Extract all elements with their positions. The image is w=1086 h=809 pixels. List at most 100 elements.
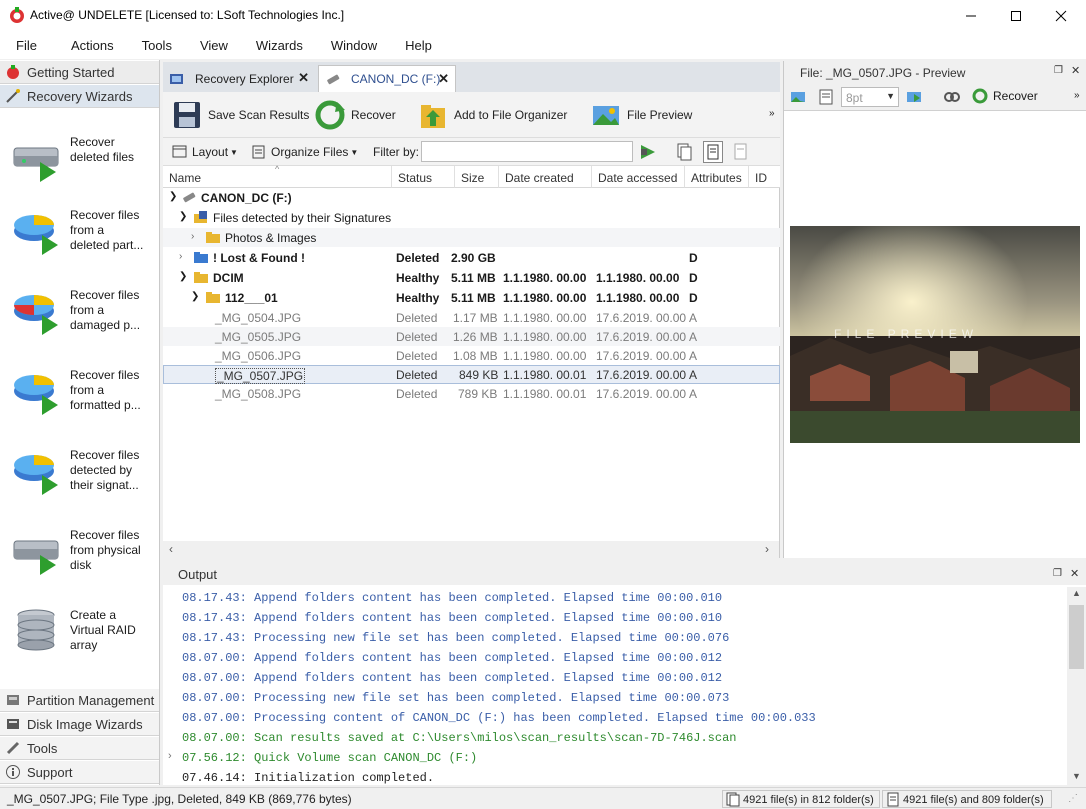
save-label: Save Scan Results <box>208 108 310 122</box>
close-tab-icon[interactable]: ✕ <box>438 71 449 87</box>
scroll-up-icon[interactable]: ▲ <box>1072 588 1081 598</box>
wizard-recover-deleted-files[interactable]: Recover deleted files <box>12 134 157 198</box>
recover-arrows-icon <box>315 100 345 130</box>
wizard-recover-physical-disk[interactable]: Recover files from physical disk <box>12 527 157 591</box>
expand-chevron-icon[interactable]: › <box>179 251 182 262</box>
column-header-id[interactable]: ID <box>749 166 780 188</box>
export-icon[interactable] <box>906 89 922 105</box>
close-panel-icon[interactable]: ✕ <box>1071 64 1080 77</box>
column-header-attributes[interactable]: Attributes <box>685 166 749 188</box>
menu-file[interactable]: File <box>0 38 55 53</box>
overflow-chevron-icon[interactable]: » <box>1074 90 1080 101</box>
copy-icon[interactable] <box>677 143 693 161</box>
table-row[interactable]: › Photos & Images <box>163 228 780 247</box>
wizard-recover-damaged-partition[interactable]: Recover files from a damaged p... <box>12 287 157 351</box>
menu-tools[interactable]: Tools <box>142 38 200 53</box>
scroll-right-icon[interactable]: › <box>765 542 769 556</box>
table-row[interactable]: _MG_0506.JPG Deleted 1.08 MB 1.1.1980. 0… <box>163 346 780 365</box>
recovery-wizards-header[interactable]: Recovery Wizards <box>0 85 159 108</box>
vertical-scrollbar[interactable]: ▲ ▼ <box>1067 587 1086 785</box>
row-name: _MG_0507.JPG <box>215 368 306 384</box>
wand-icon <box>6 89 20 103</box>
pie-disk-icon <box>14 215 58 255</box>
row-status: Deleted <box>396 387 438 401</box>
partition-management-header[interactable]: Partition Management <box>0 689 159 712</box>
find-icon[interactable] <box>943 89 961 105</box>
disk-image-wizards-header[interactable]: Disk Image Wizards <box>0 713 159 736</box>
column-header-status[interactable]: Status <box>392 166 455 188</box>
collapse-chevron-icon[interactable]: ❯ <box>191 291 199 302</box>
table-row[interactable]: ❯ CANON_DC (F:) <box>163 188 780 207</box>
minimize-button[interactable] <box>948 0 994 31</box>
image-view-icon[interactable] <box>790 89 806 105</box>
collapse-chevron-icon[interactable]: ❯ <box>179 211 187 222</box>
wizard-recover-signatures[interactable]: Recover files detected by their signat..… <box>12 447 157 511</box>
recover-button[interactable]: Recover <box>315 98 396 132</box>
column-header-size[interactable]: Size <box>455 166 499 188</box>
organize-files-dropdown[interactable]: Organize Files ▼ <box>251 143 358 161</box>
support-header[interactable]: Support <box>0 761 159 784</box>
filter-input[interactable] <box>421 141 633 162</box>
tab-recovery-explorer[interactable]: Recovery Explorer ✕ <box>163 65 315 92</box>
document-view-icon[interactable] <box>703 141 723 163</box>
close-panel-icon[interactable]: ✕ <box>1070 567 1079 580</box>
layout-dropdown[interactable]: Layout ▼ <box>172 143 238 161</box>
wizard-label: Recover files from physical disk <box>70 528 141 572</box>
document-icon[interactable] <box>733 143 749 161</box>
table-row[interactable]: _MG_0505.JPG Deleted 1.26 MB 1.1.1980. 0… <box>163 327 780 346</box>
close-tab-icon[interactable]: ✕ <box>298 70 309 86</box>
add-to-file-organizer-button[interactable]: Add to File Organizer <box>418 98 567 132</box>
row-name: _MG_0505.JPG <box>215 330 302 344</box>
collapse-chevron-icon[interactable]: ❯ <box>169 191 177 202</box>
table-row[interactable]: _MG_0504.JPG Deleted 1.17 MB 1.1.1980. 0… <box>163 308 780 327</box>
status-file-count-text: 4921 file(s) in 812 folder(s) <box>743 794 874 806</box>
column-header-date-accessed[interactable]: Date accessed <box>592 166 685 188</box>
row-status: Deleted <box>396 330 438 344</box>
menu-wizards[interactable]: Wizards <box>256 38 331 53</box>
log-line: 07.56.12: Quick Volume scan CANON_DC (F:… <box>182 751 478 765</box>
file-preview-button[interactable]: File Preview <box>591 98 692 132</box>
scroll-down-icon[interactable]: ▼ <box>1072 771 1081 781</box>
resize-grip-icon[interactable]: ⋰ <box>1068 793 1078 804</box>
table-row[interactable]: › ! Lost & Found ! Deleted 2.90 GB D <box>163 248 780 267</box>
tools-header[interactable]: Tools <box>0 737 159 760</box>
scroll-thumb[interactable] <box>1069 605 1084 669</box>
collapse-chevron-icon[interactable]: ❯ <box>179 271 187 282</box>
table-row-selected[interactable]: _MG_0507.JPG Deleted 849 KB 1.1.1980. 00… <box>163 365 780 384</box>
font-size-select[interactable]: 8pt ▼ <box>841 87 899 107</box>
menu-help[interactable]: Help <box>405 38 448 53</box>
menu-window[interactable]: Window <box>331 38 405 53</box>
apply-filter-icon[interactable] <box>639 143 657 161</box>
status-folder-count-text: 4921 file(s) and 809 folder(s) <box>903 794 1044 806</box>
partition-icon <box>7 695 19 705</box>
expand-chevron-icon[interactable]: › <box>168 750 172 762</box>
expand-chevron-icon[interactable]: › <box>191 231 194 242</box>
horizontal-scrollbar[interactable]: ‹ › <box>163 541 779 558</box>
menu-actions[interactable]: Actions <box>55 38 142 53</box>
column-header-date-created[interactable]: Date created <box>499 166 592 188</box>
wizard-create-virtual-raid[interactable]: Create a Virtual RAID array <box>12 607 157 671</box>
tab-canon-dc[interactable]: CANON_DC (F:) ✕ <box>318 65 456 92</box>
menu-view[interactable]: View <box>200 38 256 53</box>
getting-started-header[interactable]: Getting Started <box>0 61 159 84</box>
close-button[interactable] <box>1038 0 1084 31</box>
log-line: 08.07.00: Processing new file set has be… <box>182 691 730 705</box>
row-date-created: 1.1.1980. 00.00 <box>503 271 587 285</box>
maximize-button[interactable] <box>993 0 1039 31</box>
support-info-icon <box>6 765 20 779</box>
wizard-recover-deleted-partition[interactable]: Recover files from a deleted part... <box>12 207 157 271</box>
float-window-icon[interactable]: ❐ <box>1053 568 1062 579</box>
table-row[interactable]: ❯ 112___01 Healthy 5.11 MB 1.1.1980. 00.… <box>163 288 780 307</box>
wizard-recover-formatted-partition[interactable]: Recover files from a formatted p... <box>12 367 157 431</box>
row-status: Deleted <box>396 311 438 325</box>
float-window-icon[interactable]: ❐ <box>1054 65 1063 76</box>
preview-recover-button[interactable]: Recover <box>972 88 1038 104</box>
scroll-left-icon[interactable]: ‹ <box>169 542 173 556</box>
text-view-icon[interactable] <box>818 89 834 105</box>
table-row[interactable]: ❯ Files detected by their Signatures <box>163 208 780 227</box>
save-scan-results-button[interactable]: Save Scan Results <box>172 98 309 132</box>
table-row[interactable]: ❯ DCIM Healthy 5.11 MB 1.1.1980. 00.00 1… <box>163 268 780 287</box>
overflow-chevron-icon[interactable]: » <box>769 108 775 119</box>
table-row[interactable]: _MG_0508.JPG Deleted 789 KB 1.1.1980. 00… <box>163 384 780 403</box>
tools-label: Tools <box>27 740 58 756</box>
